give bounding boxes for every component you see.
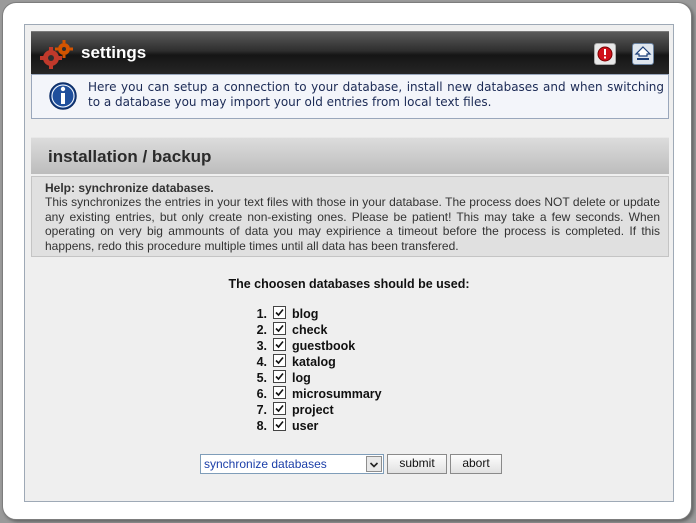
action-select-value: synchronize databases xyxy=(204,457,327,471)
info-box: Here you can setup a connection to your … xyxy=(31,74,669,119)
section-header: installation / backup xyxy=(31,137,669,174)
gears-icon xyxy=(40,40,73,69)
page-title: settings xyxy=(81,43,147,62)
home-button[interactable] xyxy=(632,43,654,65)
checkmark-icon xyxy=(275,404,284,412)
list-item: 5. log xyxy=(249,369,449,386)
item-number: 1. xyxy=(256,307,267,321)
project-checkbox[interactable] xyxy=(273,401,286,415)
help-button[interactable] xyxy=(594,43,616,65)
item-label: user xyxy=(292,419,319,433)
list-item: 7. project xyxy=(249,401,449,418)
help-heading: Help: synchronize databases. xyxy=(45,181,214,195)
list-item: 4. katalog xyxy=(249,353,449,370)
checkmark-icon xyxy=(275,340,284,348)
item-number: 2. xyxy=(256,323,267,337)
help-text: This synchronizes the entries in your te… xyxy=(45,195,660,253)
katalog-checkbox[interactable] xyxy=(273,353,286,367)
checkmark-icon xyxy=(275,388,284,396)
item-label: katalog xyxy=(292,355,336,369)
database-list: 1. blog 2. check 3. guestbook 4. katalog… xyxy=(249,305,449,434)
checkmark-icon xyxy=(275,420,284,428)
window-frame: settings Here you can setup a connection… xyxy=(2,2,692,520)
checkmark-icon xyxy=(275,324,284,332)
list-item: 6. microsummary xyxy=(249,385,449,402)
item-number: 4. xyxy=(256,355,267,369)
user-checkbox[interactable] xyxy=(273,417,286,431)
info-text: Here you can setup a connection to your … xyxy=(88,80,664,109)
section-title: installation / backup xyxy=(48,147,212,166)
abort-button[interactable]: abort xyxy=(450,454,502,474)
item-label: microsummary xyxy=(292,387,382,401)
log-checkbox[interactable] xyxy=(273,369,286,383)
item-number: 3. xyxy=(256,339,267,353)
action-select[interactable]: synchronize databases xyxy=(200,454,384,474)
settings-panel: settings Here you can setup a connection… xyxy=(24,24,674,502)
checkmark-icon xyxy=(275,356,284,364)
list-item: 3. guestbook xyxy=(249,337,449,354)
item-label: blog xyxy=(292,307,319,321)
help-box: Help: synchronize databases. This synchr… xyxy=(31,176,669,257)
database-list-title: The choosen databases should be used: xyxy=(228,277,470,291)
blog-checkbox[interactable] xyxy=(273,305,286,319)
check-checkbox[interactable] xyxy=(273,321,286,335)
item-number: 6. xyxy=(256,387,267,401)
submit-button[interactable]: submit xyxy=(387,454,447,474)
list-item: 8. user xyxy=(249,417,449,434)
item-label: guestbook xyxy=(292,339,356,353)
item-number: 7. xyxy=(256,403,267,417)
help-icon xyxy=(597,46,613,62)
item-label: project xyxy=(292,403,334,417)
header-bar: settings xyxy=(31,31,669,74)
checkmark-icon xyxy=(275,308,284,316)
microsummary-checkbox[interactable] xyxy=(273,385,286,399)
item-label: log xyxy=(292,371,311,385)
item-number: 8. xyxy=(256,419,267,433)
list-item: 1. blog xyxy=(249,305,449,322)
item-label: check xyxy=(292,323,328,337)
list-item: 2. check xyxy=(249,321,449,338)
checkmark-icon xyxy=(275,372,284,380)
dropdown-arrow[interactable] xyxy=(366,456,382,472)
item-number: 5. xyxy=(256,371,267,385)
home-icon xyxy=(634,46,652,60)
chevron-down-icon xyxy=(369,462,379,468)
info-icon xyxy=(49,82,77,110)
guestbook-checkbox[interactable] xyxy=(273,337,286,351)
